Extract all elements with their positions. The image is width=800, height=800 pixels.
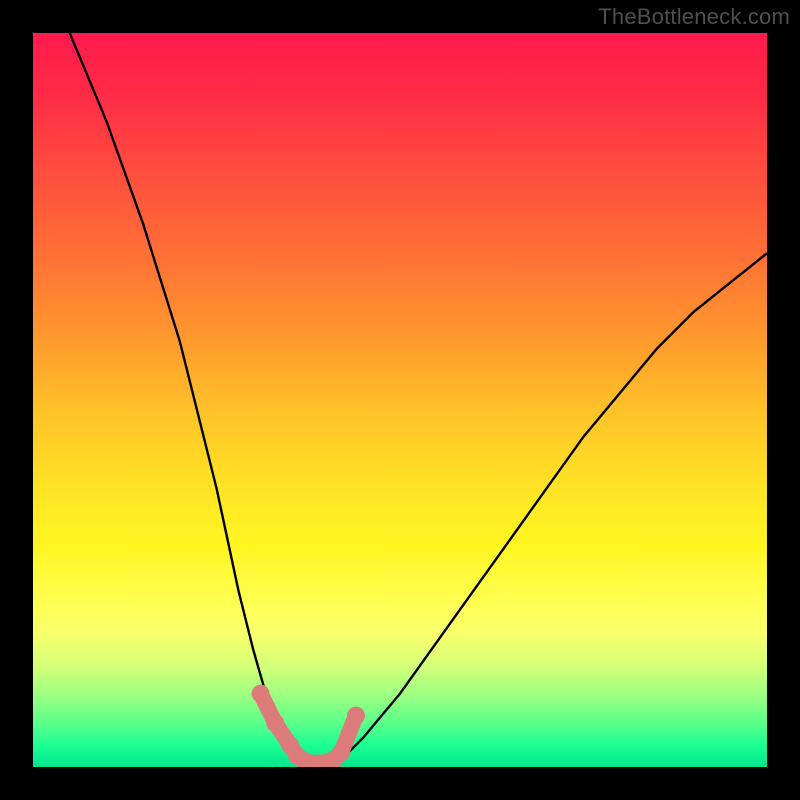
plot-area [33, 33, 767, 767]
highlighted-marker-group [252, 685, 365, 767]
marker-dot [347, 707, 365, 725]
watermark-text: TheBottleneck.com [598, 4, 790, 30]
bottleneck-curve-svg [33, 33, 767, 767]
chart-frame: TheBottleneck.com [0, 0, 800, 800]
bottleneck-curve-line [70, 33, 767, 767]
